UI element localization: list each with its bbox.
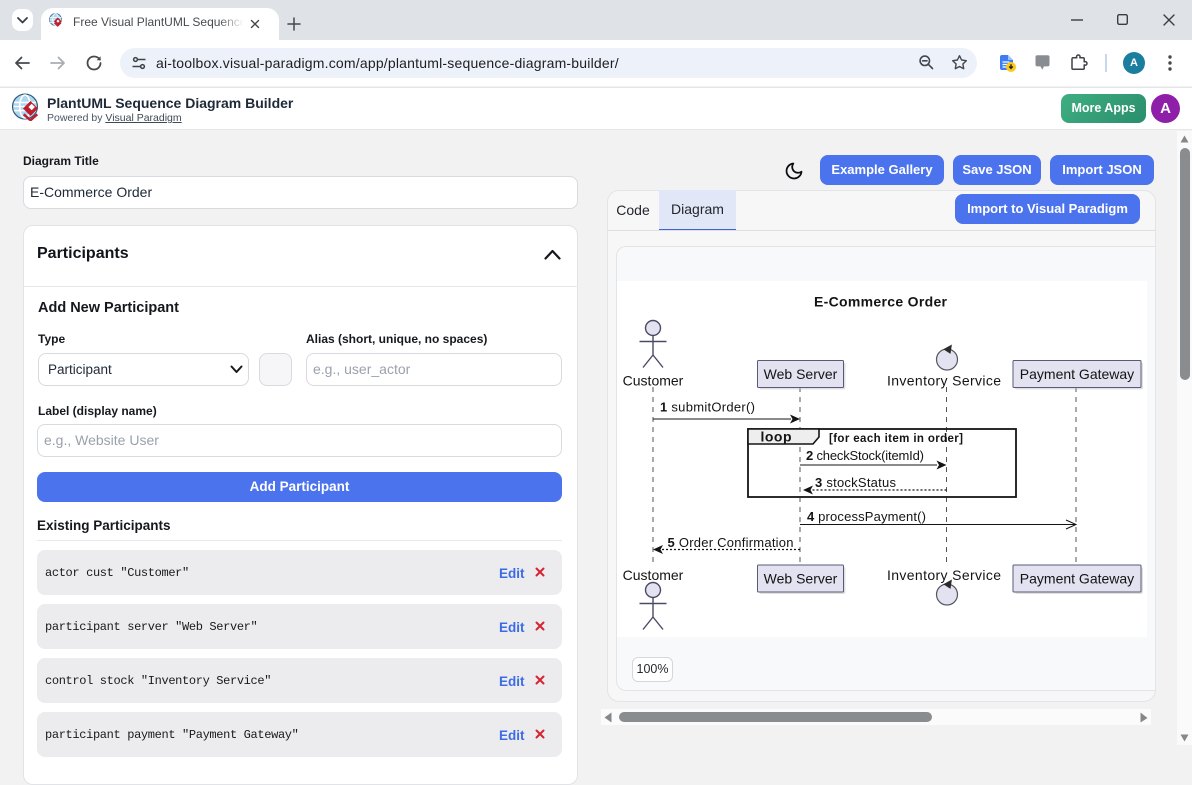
svg-text:Payment Gateway: Payment Gateway xyxy=(1020,571,1134,587)
svg-text:loop: loop xyxy=(761,429,792,445)
svg-text:3 stockStatus: 3 stockStatus xyxy=(815,475,897,490)
svg-text:Payment Gateway: Payment Gateway xyxy=(1020,366,1134,382)
svg-text:5 Order Confirmation: 5 Order Confirmation xyxy=(668,535,794,550)
svg-text:E-Commerce Order: E-Commerce Order xyxy=(814,294,948,310)
svg-text:Customer: Customer xyxy=(623,567,684,583)
svg-text:[for each item in order]: [for each item in order] xyxy=(829,433,963,445)
svg-text:Web Server: Web Server xyxy=(764,366,838,382)
svg-text:4 processPayment(): 4 processPayment() xyxy=(807,509,926,524)
svg-text:Customer: Customer xyxy=(623,373,684,389)
svg-text:Inventory Service: Inventory Service xyxy=(887,373,1001,389)
svg-text:2 checkStock(itemId): 2 checkStock(itemId) xyxy=(806,448,924,463)
svg-text:1 submitOrder(): 1 submitOrder() xyxy=(660,400,755,415)
svg-text:Inventory Service: Inventory Service xyxy=(887,567,1001,583)
svg-text:Web Server: Web Server xyxy=(764,571,838,587)
